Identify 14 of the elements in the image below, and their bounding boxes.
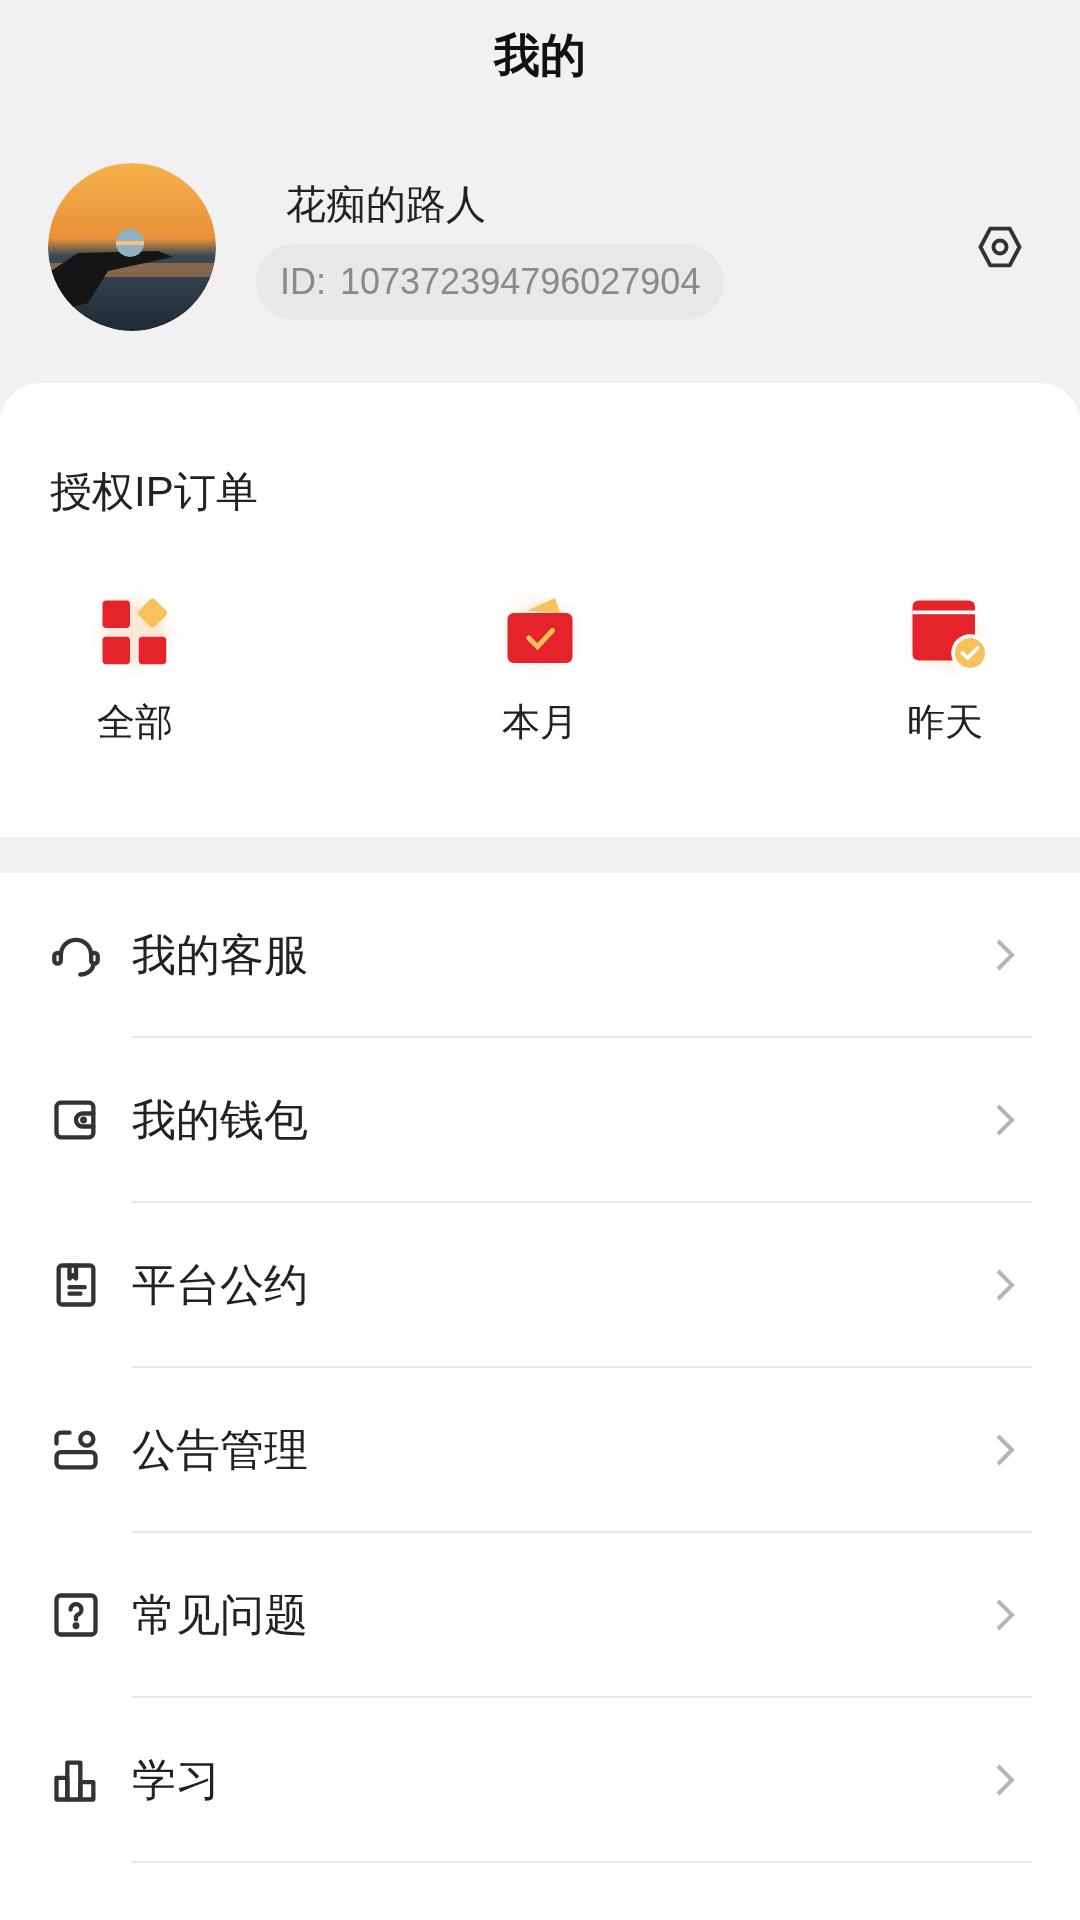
- order-filter[interactable]: 全部: [75, 583, 195, 741]
- id-label: ID:: [280, 259, 326, 304]
- id-value: 107372394796027904: [340, 259, 701, 304]
- menu-item[interactable]: 我的钱包: [0, 1038, 1080, 1201]
- menu-item[interactable]: 我的客服: [0, 873, 1080, 1036]
- user-name: 花痴的路人: [285, 180, 487, 228]
- menu-item[interactable]: 学习: [0, 1698, 1080, 1861]
- menu-item[interactable]: 公告管理: [0, 1368, 1080, 1531]
- page-title: 我的: [494, 27, 586, 83]
- section-title: 授权IP订单: [49, 467, 259, 513]
- order-filter[interactable]: 昨天: [885, 583, 1005, 741]
- menu-item[interactable]: 平台公约: [0, 1203, 1080, 1366]
- order-filter[interactable]: 本月: [480, 583, 600, 741]
- menu-item[interactable]: 常见问题: [0, 1533, 1080, 1696]
